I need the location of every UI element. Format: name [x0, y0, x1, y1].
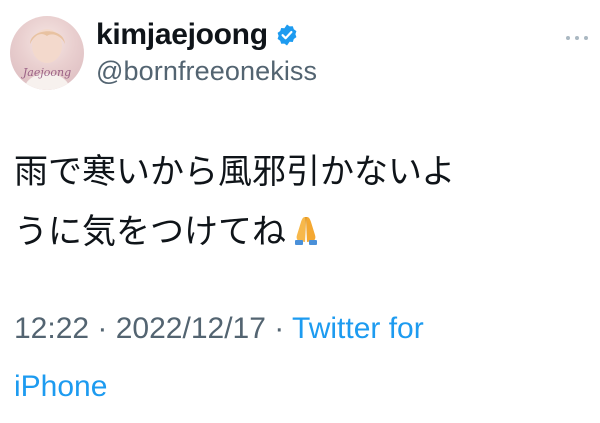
tweet-text-line-2: うに気をつけてね [14, 202, 586, 262]
meta-separator: · [265, 312, 293, 345]
tweet-text-line-2-content: うに気をつけてね [14, 212, 286, 252]
tweet-text: 雨で寒いから風邪引かないよ うに気をつけてね [14, 142, 586, 262]
tweet-date[interactable]: 2022/12/17 [116, 312, 266, 345]
tweet-meta-line-2: iPhone [14, 358, 586, 416]
tweet-source-link[interactable]: Twitter for [292, 312, 424, 345]
tweet-meta: 12:22 · 2022/12/17 · Twitter for iPhone [14, 300, 586, 416]
tweet-card: Jaejoong kimjaejoong @bornfreeonekiss 雨で… [0, 0, 600, 423]
display-name-row: kimjaejoong [96, 14, 299, 56]
user-handle[interactable]: @bornfreeonekiss [96, 56, 317, 87]
meta-separator: · [89, 312, 116, 345]
avatar-signature: Jaejoong [22, 66, 72, 79]
tweet-meta-line-1: 12:22 · 2022/12/17 · Twitter for [14, 300, 586, 358]
tweet-text-line-1: 雨で寒いから風邪引かないよ [14, 152, 456, 192]
display-name[interactable]: kimjaejoong [96, 18, 268, 52]
avatar[interactable]: Jaejoong [10, 16, 84, 90]
folded-hands-icon [288, 206, 324, 245]
verified-badge-icon [275, 23, 299, 47]
tweet-time[interactable]: 12:22 [14, 312, 89, 345]
tweet-source-link-continued[interactable]: iPhone [14, 370, 107, 403]
more-horizontal-icon[interactable] [566, 34, 588, 42]
